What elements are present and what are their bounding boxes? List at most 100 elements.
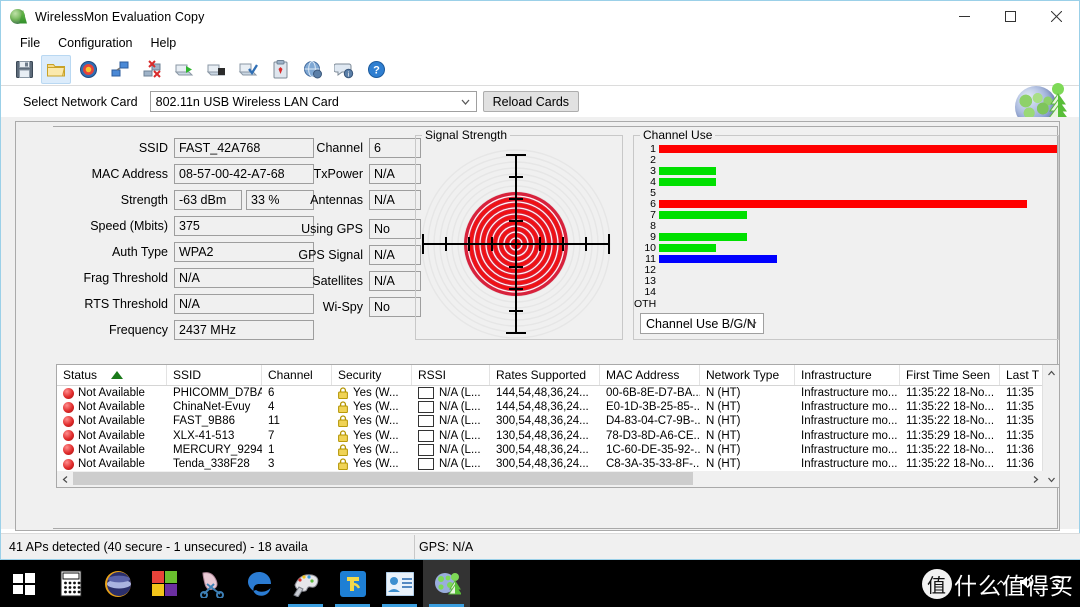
card-stop-button[interactable] bbox=[201, 55, 231, 84]
cell-rates: 300,54,48,36,24... bbox=[496, 443, 589, 456]
field-antennas-value[interactable]: N/A bbox=[369, 190, 421, 210]
field-frequency-value[interactable]: 2437 MHz bbox=[174, 320, 314, 340]
column-header-rssi[interactable]: RSSI bbox=[412, 365, 490, 385]
cell-rssi: N/A (L... bbox=[412, 386, 490, 400]
speech-info-button[interactable]: i bbox=[329, 55, 359, 84]
column-header-rates[interactable]: Rates Supported bbox=[490, 365, 600, 385]
hscroll-track[interactable] bbox=[73, 471, 1027, 487]
field-wispy-value[interactable]: No bbox=[369, 297, 421, 317]
menu-help[interactable]: Help bbox=[142, 34, 186, 52]
channel-use-title: Channel Use bbox=[640, 128, 716, 142]
tray-volume-button[interactable] bbox=[1012, 575, 1042, 592]
table-row[interactable]: Not Available MERCURY_9294 1 Yes (W... N… bbox=[57, 443, 1059, 457]
field-strength-dbm[interactable]: -63 dBm bbox=[174, 190, 242, 210]
hscroll-thumb[interactable] bbox=[73, 472, 693, 485]
field-antennas-label: Antennas bbox=[310, 193, 363, 207]
field-txpower-label: TxPower bbox=[313, 167, 363, 181]
lock-icon bbox=[338, 415, 348, 428]
table-row[interactable]: Not Available ChinaNet-Evuy 4 Yes (W... … bbox=[57, 400, 1059, 414]
column-header-network-type[interactable]: Network Type bbox=[700, 365, 795, 385]
scroll-left-button[interactable] bbox=[57, 471, 73, 487]
column-header-security[interactable]: Security bbox=[332, 365, 412, 385]
save-button[interactable] bbox=[9, 55, 39, 84]
table-row[interactable]: Not Available XLX-41-513 7 Yes (W... N/A… bbox=[57, 429, 1059, 443]
taskbar-item-edge-browser[interactable] bbox=[235, 560, 282, 607]
cell-ssid: XLX-41-513 bbox=[173, 429, 235, 442]
globe-settings-button[interactable] bbox=[297, 55, 327, 84]
list-horizontal-scrollbar[interactable] bbox=[57, 471, 1043, 487]
card-start-button[interactable] bbox=[169, 55, 199, 84]
list-vertical-scrollbar[interactable] bbox=[1042, 365, 1059, 487]
taskbar-item-wirelessmon[interactable] bbox=[423, 560, 470, 607]
tray-expand-button[interactable] bbox=[990, 577, 1012, 591]
cell-type: N (HT) bbox=[706, 458, 741, 471]
channel-bar-4 bbox=[659, 178, 716, 186]
status-dot-icon bbox=[63, 401, 74, 413]
card-check-button[interactable] bbox=[233, 55, 263, 84]
field-frequency-label: Frequency bbox=[108, 323, 168, 337]
channel-label-3: 3 bbox=[650, 165, 656, 177]
tray-network-button[interactable] bbox=[1042, 575, 1072, 592]
cell-infra: Infrastructure mo... bbox=[801, 387, 898, 400]
menu-file[interactable]: File bbox=[11, 34, 49, 52]
access-point-list[interactable]: Status SSID Channel Security RSSI Rates … bbox=[56, 364, 1060, 488]
network-icon-button[interactable] bbox=[105, 55, 135, 84]
speaker-icon bbox=[1020, 576, 1034, 588]
field-gps-signal-value[interactable]: N/A bbox=[369, 245, 421, 265]
scroll-down-button[interactable] bbox=[1043, 471, 1059, 487]
menu-configuration[interactable]: Configuration bbox=[49, 34, 141, 52]
scroll-up-button[interactable] bbox=[1043, 365, 1059, 381]
cell-status: Not Available bbox=[57, 457, 167, 471]
taskbar-item-calculator[interactable] bbox=[47, 560, 94, 607]
cell-rates: 300,54,48,36,24... bbox=[496, 458, 589, 471]
column-header-first-seen[interactable]: First Time Seen bbox=[900, 365, 1000, 385]
column-header-status[interactable]: Status bbox=[57, 365, 167, 385]
network-disconnect-button[interactable] bbox=[137, 55, 167, 84]
column-header-ssid[interactable]: SSID bbox=[167, 365, 262, 385]
cell-last: 11:36 bbox=[1006, 458, 1034, 471]
maximize-button[interactable] bbox=[987, 1, 1033, 32]
field-channel-value[interactable]: 6 bbox=[369, 138, 421, 158]
network-card-combobox[interactable]: 802.11n USB Wireless LAN Card bbox=[149, 91, 477, 112]
taskbar-item-translate[interactable] bbox=[329, 560, 376, 607]
chevron-down-icon[interactable] bbox=[459, 92, 472, 111]
cell-rssi-label: N/A (L... bbox=[439, 401, 481, 414]
table-row[interactable]: Not Available Tenda_338F28 3 Yes (W... N… bbox=[57, 457, 1059, 471]
chevron-down-icon[interactable] bbox=[746, 314, 759, 333]
target-icon-button[interactable] bbox=[73, 55, 103, 84]
field-txpower-value[interactable]: N/A bbox=[369, 164, 421, 184]
status-dot-icon bbox=[63, 444, 74, 456]
start-button[interactable] bbox=[0, 560, 47, 607]
clipboard-button[interactable] bbox=[265, 55, 295, 84]
cell-rates: 144,54,48,36,24... bbox=[496, 387, 589, 400]
channel-bar-7 bbox=[659, 211, 747, 219]
taskbar-item-office[interactable] bbox=[141, 560, 188, 607]
close-button[interactable] bbox=[1033, 1, 1079, 32]
cell-security: Yes (W... bbox=[332, 457, 412, 471]
column-header-infrastructure[interactable]: Infrastructure bbox=[795, 365, 900, 385]
help-button[interactable]: ? bbox=[361, 55, 391, 84]
taskbar-item-contacts[interactable] bbox=[376, 560, 423, 607]
field-using-gps-value[interactable]: No bbox=[369, 219, 421, 239]
taskbar-item-paint[interactable] bbox=[282, 560, 329, 607]
open-folder-button[interactable] bbox=[41, 55, 71, 84]
scroll-right-button[interactable] bbox=[1027, 471, 1043, 487]
cell-status-label: Not Available bbox=[78, 443, 145, 456]
taskbar-item-media-player[interactable] bbox=[94, 560, 141, 607]
minimize-button[interactable] bbox=[941, 1, 987, 32]
table-row[interactable]: Not Available FAST_9B86 11 Yes (W... N/A… bbox=[57, 414, 1059, 428]
column-header-last-seen[interactable]: Last T bbox=[1000, 365, 1045, 385]
cell-rssi: N/A (L... bbox=[412, 414, 490, 428]
network-card-value: 802.11n USB Wireless LAN Card bbox=[155, 94, 339, 109]
channel-use-mode-combobox[interactable]: Channel Use B/G/N bbox=[640, 313, 764, 334]
taskbar-item-snipping-tool[interactable] bbox=[188, 560, 235, 607]
column-header-mac-address[interactable]: MAC Address bbox=[600, 365, 700, 385]
table-row[interactable]: Not Available PHICOMM_D7BACE 6 Yes (W...… bbox=[57, 386, 1059, 400]
rssi-indicator-icon bbox=[418, 401, 434, 414]
cell-type: N (HT) bbox=[706, 429, 741, 442]
cell-last: 11:35 bbox=[1006, 415, 1034, 428]
column-header-channel[interactable]: Channel bbox=[262, 365, 332, 385]
reload-cards-button[interactable]: Reload Cards bbox=[482, 91, 580, 112]
cell-security-label: Yes (W... bbox=[353, 429, 399, 442]
field-satellites-value[interactable]: N/A bbox=[369, 271, 421, 291]
